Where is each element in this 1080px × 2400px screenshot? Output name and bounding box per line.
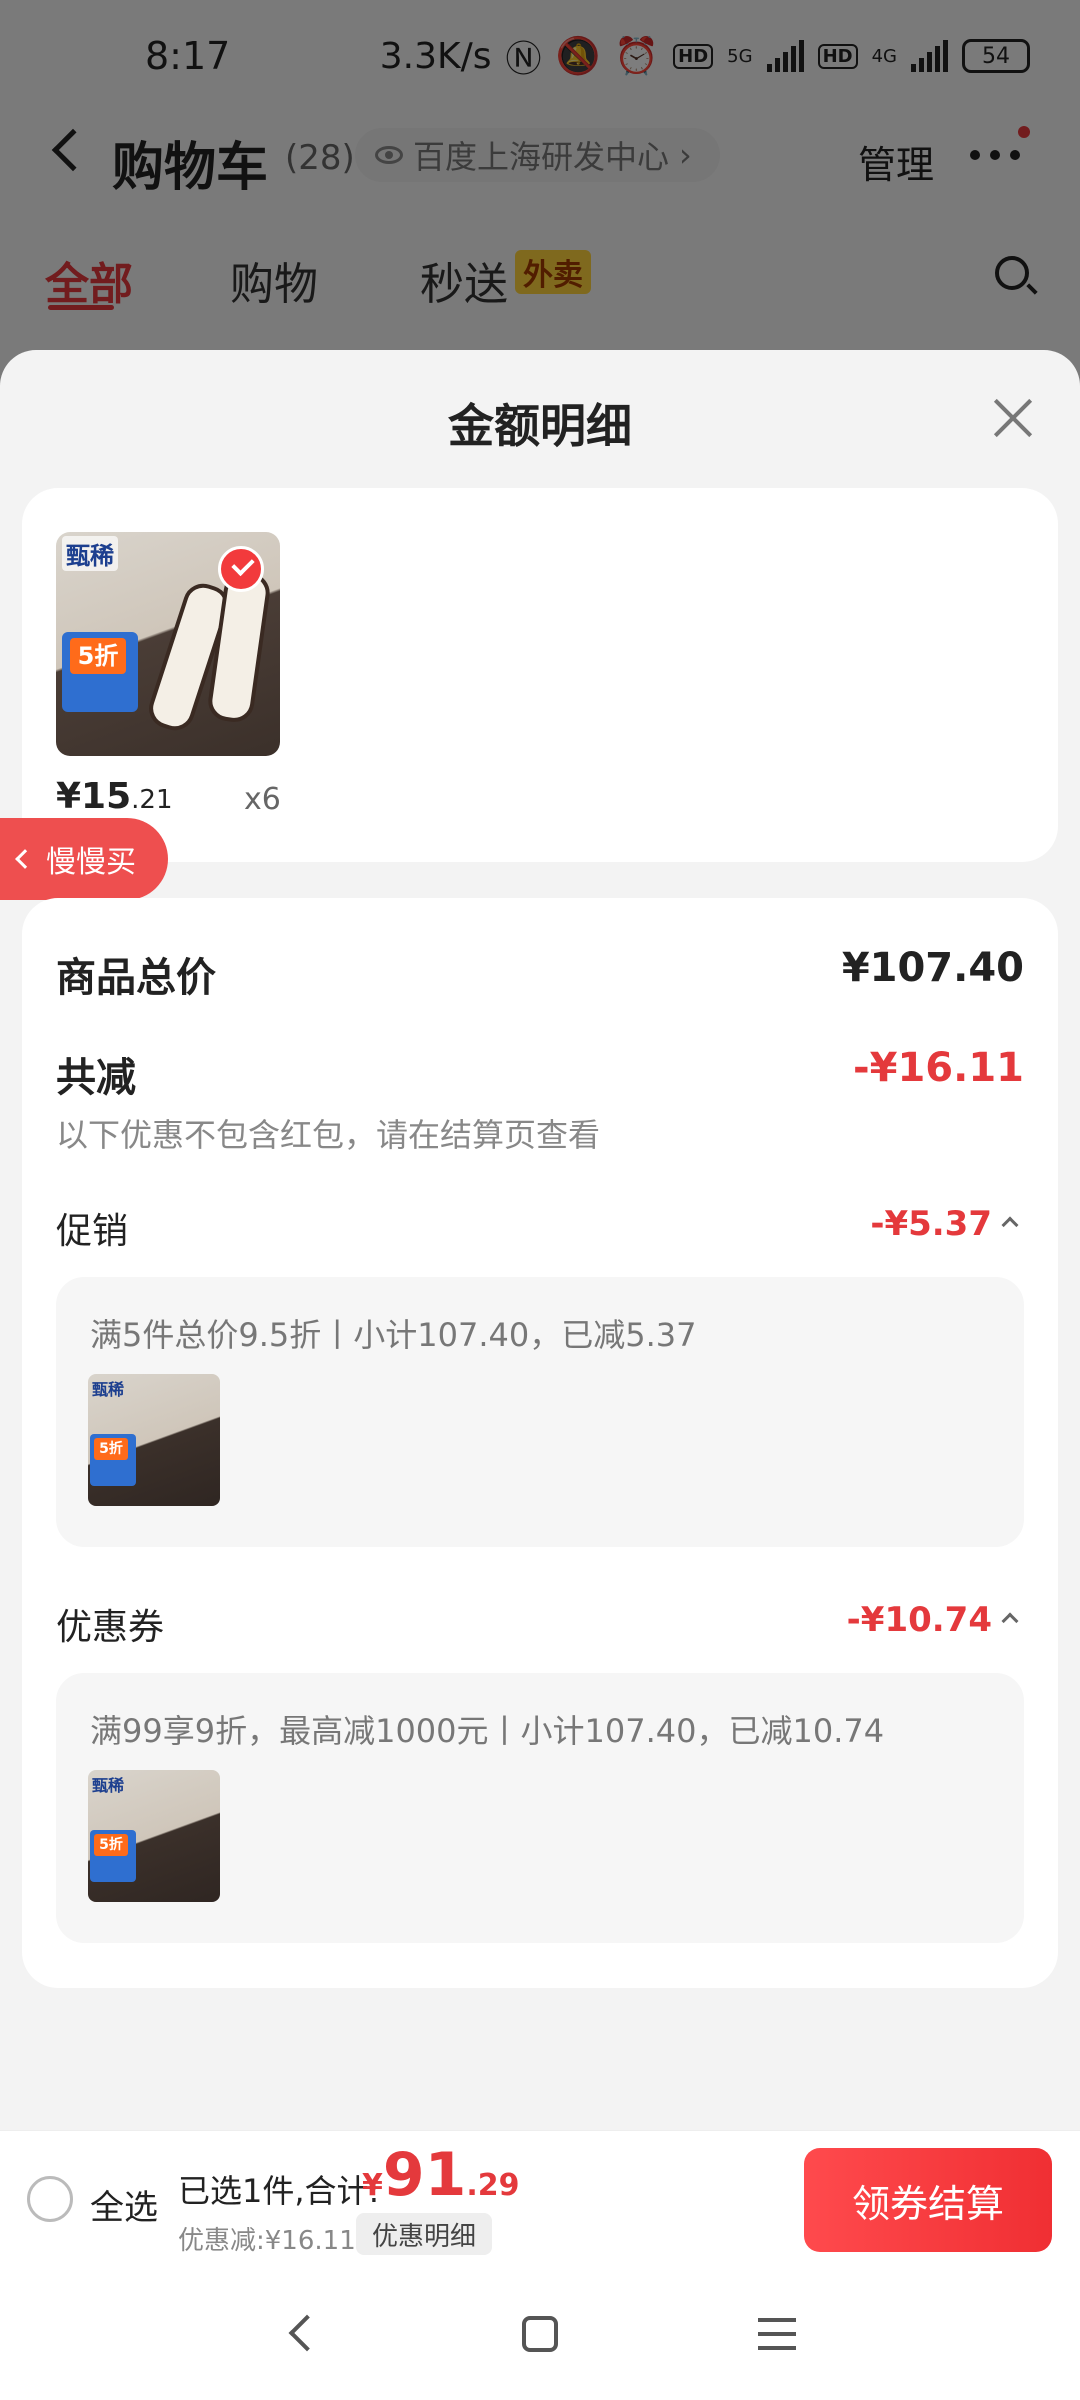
checkout-button[interactable]: 领券结算 bbox=[804, 2148, 1052, 2252]
promotion-product-image: 甄稀 5折 bbox=[88, 1374, 220, 1506]
discount-tag: 5折 bbox=[70, 638, 126, 674]
promotion-label: 促销 bbox=[56, 1211, 129, 1252]
coupon-label: 优惠券 bbox=[56, 1607, 165, 1648]
close-icon[interactable] bbox=[990, 395, 1036, 441]
chevron-up-icon bbox=[1001, 1216, 1019, 1234]
nav-home-icon[interactable] bbox=[522, 2316, 558, 2352]
reduce-label: 共减 bbox=[56, 1055, 136, 1101]
select-all-label[interactable]: 全选 bbox=[90, 2180, 158, 2229]
chevron-up-icon bbox=[1001, 1612, 1019, 1630]
nav-menu-icon[interactable] bbox=[758, 2318, 796, 2350]
sheet-title: 金额明细 bbox=[448, 399, 632, 453]
coupon-detail: 满99享9折，最高减1000元丨小计107.40，已减10.74 bbox=[90, 1712, 885, 1750]
slow-buy-label: 慢慢买 bbox=[46, 845, 136, 880]
chevron-left-icon bbox=[15, 849, 35, 869]
total-value: ¥107.40 bbox=[841, 945, 1024, 991]
product-brand: 甄稀 bbox=[62, 536, 118, 571]
reduce-value: -¥16.11 bbox=[853, 1045, 1024, 1091]
discount-detail-button[interactable]: 优惠明细 bbox=[356, 2213, 493, 2255]
promotion-value[interactable]: -¥5.37 bbox=[870, 1204, 1019, 1244]
reduce-note: 以下优惠不包含红包，请在结算页查看 bbox=[56, 1116, 601, 1154]
promotion-detail: 满5件总价9.5折丨小计107.40，已减5.37 bbox=[90, 1316, 697, 1354]
coupon-value[interactable]: -¥10.74 bbox=[847, 1600, 1019, 1640]
check-icon[interactable] bbox=[218, 546, 264, 592]
total-price: ¥91.29 bbox=[362, 2140, 520, 2210]
select-all-radio[interactable] bbox=[27, 2176, 73, 2222]
discount-summary: 优惠减:¥16.11 bbox=[178, 2226, 356, 2256]
slow-buy-button[interactable]: 慢慢买 bbox=[0, 818, 168, 900]
total-label: 商品总价 bbox=[56, 955, 216, 1001]
mini-brand: 甄稀 bbox=[92, 1380, 125, 1399]
selected-summary: 已选1件,合计: bbox=[178, 2172, 380, 2210]
product-price: ¥15.21 bbox=[56, 776, 173, 817]
coupon-product-image: 甄稀 5折 bbox=[88, 1770, 220, 1902]
product-quantity: x6 bbox=[244, 782, 281, 817]
